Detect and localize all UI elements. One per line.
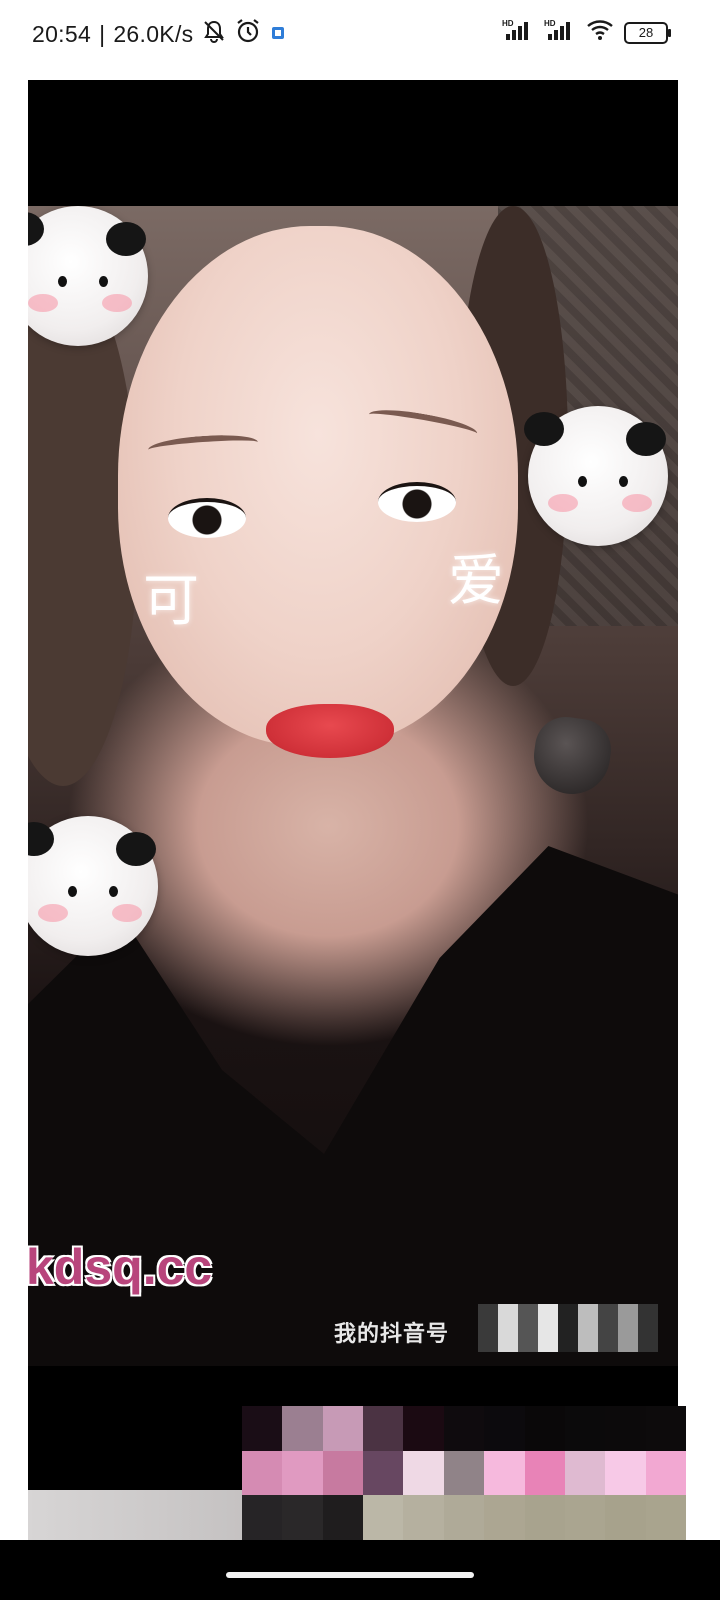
bell-muted-icon bbox=[201, 19, 227, 49]
media-viewer[interactable]: 可 爱 kdsq.cc 我的抖音号 bbox=[28, 80, 678, 1540]
battery-level: 28 bbox=[638, 24, 654, 40]
sticker-text-ai: 爱 bbox=[448, 549, 504, 612]
status-left: 20:54 | 26.0K/s bbox=[32, 18, 287, 50]
app-notification-icon bbox=[269, 21, 287, 48]
watermark-text: kdsq.cc bbox=[28, 1239, 213, 1295]
heart-sticker-icon bbox=[529, 713, 615, 799]
bottom-strip bbox=[28, 1490, 242, 1540]
home-indicator[interactable] bbox=[226, 1572, 474, 1578]
status-right: HD HD 28 bbox=[502, 18, 671, 47]
douyin-label: 我的抖音号 bbox=[334, 1321, 450, 1346]
panda-sticker-icon bbox=[28, 816, 158, 956]
face-shape bbox=[118, 226, 518, 746]
navigation-bar bbox=[0, 1540, 720, 1600]
video-frame[interactable]: 可 爱 kdsq.cc 我的抖音号 bbox=[28, 206, 678, 1366]
lips-shape bbox=[266, 704, 394, 758]
status-separator: | bbox=[99, 20, 106, 47]
wifi-icon bbox=[586, 19, 614, 46]
svg-text:HD: HD bbox=[544, 19, 556, 28]
sticker-text-ke: 可 bbox=[143, 569, 199, 632]
clock: 20:54 bbox=[32, 20, 92, 47]
status-bar: 20:54 | 26.0K/s HD HD 28 bbox=[0, 0, 720, 66]
panda-sticker-icon bbox=[524, 406, 668, 546]
network-speed: 26.0K/s bbox=[113, 20, 194, 47]
douyin-id-label: 我的抖音号 bbox=[334, 1316, 449, 1348]
battery-icon: 28 bbox=[624, 21, 671, 44]
hd-signal-icon: HD bbox=[502, 18, 534, 47]
hd-signal-icon: HD bbox=[544, 18, 576, 47]
eye-shape bbox=[168, 498, 246, 538]
alarm-clock-icon bbox=[235, 18, 261, 50]
eye-shape bbox=[378, 482, 456, 522]
svg-text:HD: HD bbox=[502, 19, 514, 28]
censored-mosaic bbox=[242, 1406, 686, 1540]
censored-id-mosaic bbox=[478, 1304, 658, 1352]
panda-sticker-icon bbox=[28, 206, 148, 346]
